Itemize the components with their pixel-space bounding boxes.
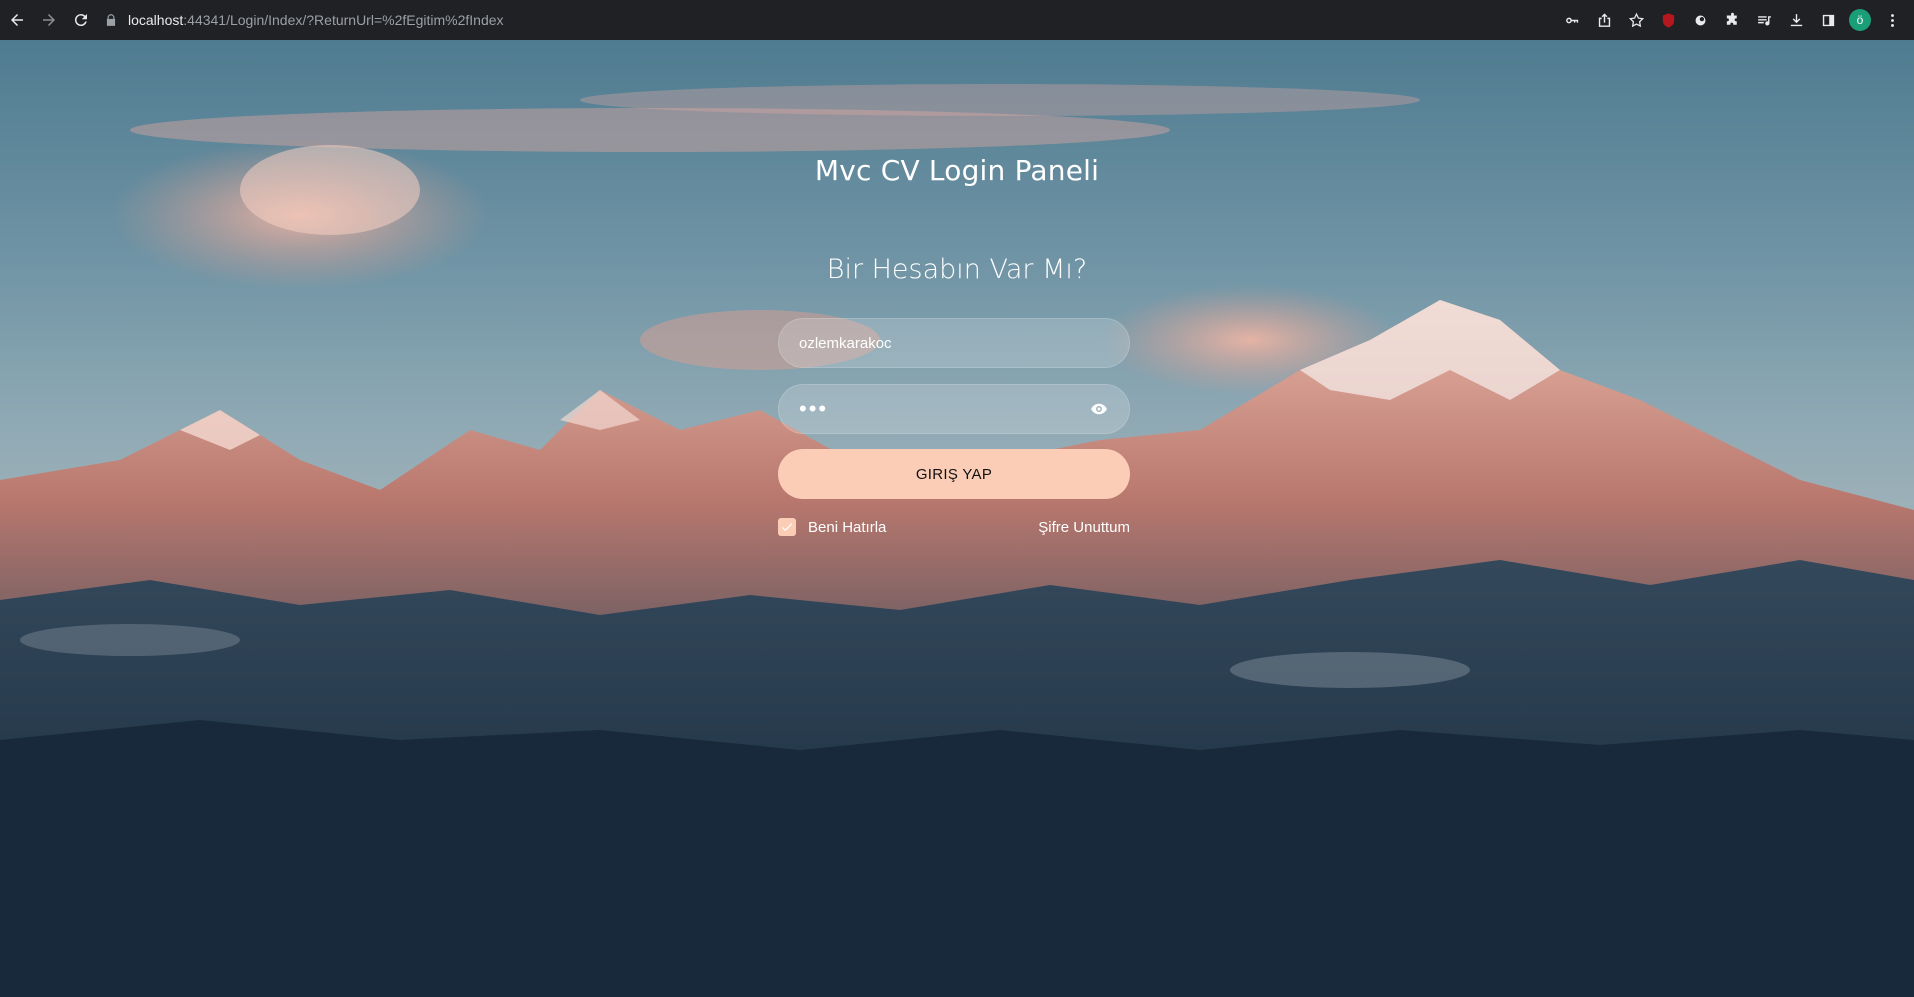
star-icon[interactable] [1620,5,1652,35]
password-value: ••• [799,396,829,421]
check-icon [781,523,793,532]
reload-icon[interactable] [66,5,96,35]
profile-avatar[interactable]: ö [1844,5,1876,35]
login-panel: Mvc CV Login Paneli Bir Hesabın Var Mı? … [0,40,1914,997]
toolbar-actions: ö [1556,5,1908,35]
sidepanel-icon[interactable] [1812,5,1844,35]
back-icon[interactable] [2,5,32,35]
playlist-icon[interactable] [1748,5,1780,35]
share-icon[interactable] [1588,5,1620,35]
more-icon[interactable] [1876,5,1908,35]
download-icon[interactable] [1780,5,1812,35]
login-subtitle: Bir Hesabın Var Mı? [826,254,1088,285]
login-button[interactable]: GIRIŞ YAP [778,449,1130,499]
remember-me[interactable]: Beni Hatırla [778,518,886,536]
password-input[interactable]: ••• [778,384,1130,434]
url-host: localhost [128,12,184,28]
forward-icon[interactable] [34,5,64,35]
username-input[interactable]: ozlemkarakoc [778,318,1130,368]
username-value: ozlemkarakoc [799,334,892,352]
key-icon[interactable] [1556,5,1588,35]
browser-toolbar: localhost:44341/Login/Index/?ReturnUrl=%… [0,0,1914,40]
extension-icon[interactable] [1684,5,1716,35]
lock-icon [106,14,116,26]
forgot-password-link[interactable]: Şifre Unuttum [980,518,1130,538]
eye-icon[interactable] [1089,399,1109,419]
page-title: Mvc CV Login Paneli [814,154,1100,187]
ublock-icon[interactable] [1652,5,1684,35]
remember-label: Beni Hatırla [808,518,887,536]
puzzle-icon[interactable] [1716,5,1748,35]
address-bar[interactable]: localhost:44341/Login/Index/?ReturnUrl=%… [104,5,1544,35]
url-path: :44341/Login/Index/?ReturnUrl=%2fEgitim%… [183,12,504,28]
remember-checkbox[interactable] [778,518,796,536]
